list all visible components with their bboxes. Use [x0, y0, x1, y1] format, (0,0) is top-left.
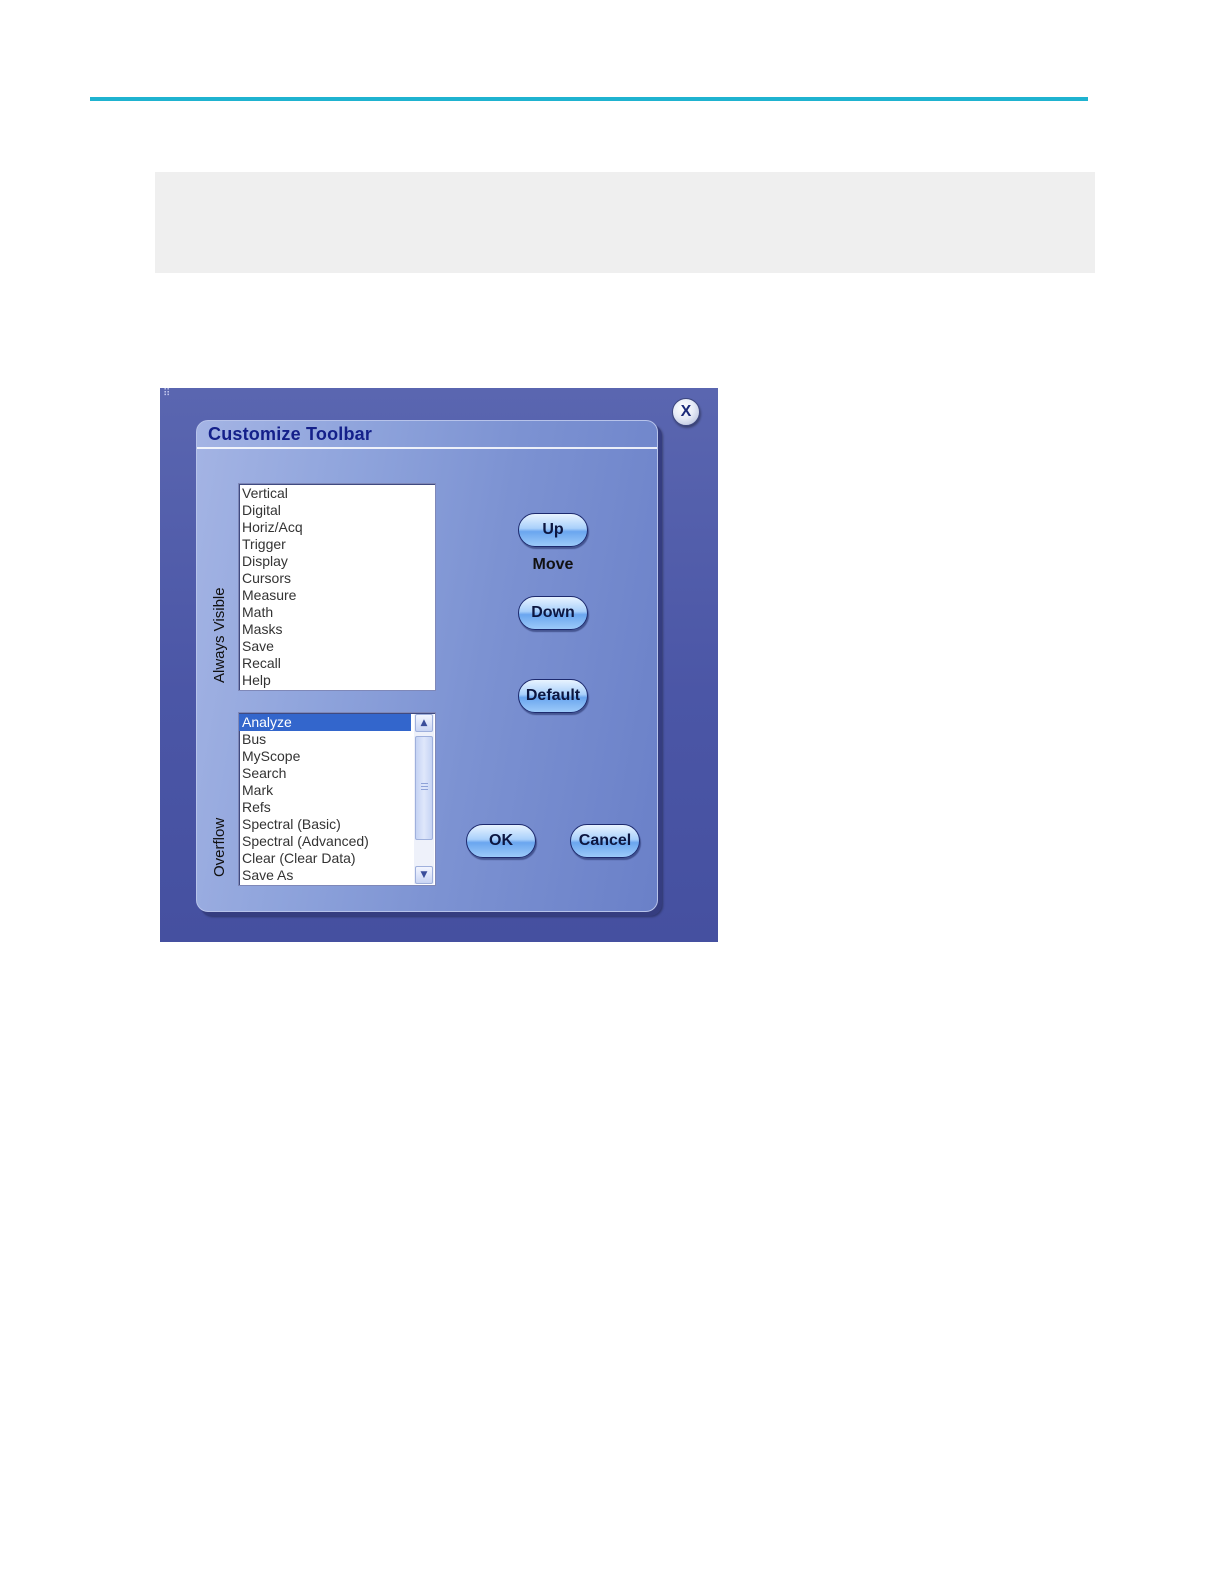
always-visible-list[interactable]: Vertical Digital Horiz/Acq Trigger Display Cu…: [238, 483, 436, 691]
list-item[interactable]: Display: [239, 553, 435, 570]
overflow-list[interactable]: Analyze Bus MyScope Search Mark Refs Spectral …: [238, 712, 436, 886]
list-item[interactable]: Mark: [239, 782, 411, 799]
list-item[interactable]: Help: [239, 672, 435, 689]
default-button[interactable]: Default: [518, 679, 588, 713]
list-item[interactable]: Digital: [239, 502, 435, 519]
list-item[interactable]: Recall: [239, 655, 435, 672]
scroll-thumb[interactable]: [415, 736, 433, 840]
title-divider: [197, 447, 657, 449]
list-item[interactable]: Trigger: [239, 536, 435, 553]
resize-grip-icon: ⠿: [163, 388, 171, 399]
scroll-up-arrow-icon[interactable]: ▲: [415, 714, 433, 732]
list-item[interactable]: Vertical: [239, 485, 435, 502]
list-item[interactable]: Horiz/Acq: [239, 519, 435, 536]
header-rule: [90, 97, 1088, 101]
move-up-button[interactable]: Up: [518, 513, 588, 547]
list-item[interactable]: Save As: [239, 867, 411, 884]
list-item[interactable]: Cursors: [239, 570, 435, 587]
cancel-button[interactable]: Cancel: [570, 824, 640, 858]
list-item[interactable]: Masks: [239, 621, 435, 638]
list-item[interactable]: MyScope: [239, 748, 411, 765]
list-item[interactable]: Spectral (Basic): [239, 816, 411, 833]
customize-toolbar-dialog: Customize Toolbar Always Visible Vertica…: [196, 420, 658, 912]
close-button[interactable]: X: [672, 398, 700, 426]
move-label: Move: [532, 556, 574, 573]
grip-icon: [421, 783, 428, 791]
scroll-down-arrow-icon[interactable]: ▼: [415, 866, 433, 884]
screenshot-window: ⠿ X Customize Toolbar Always Visible Ver…: [160, 388, 718, 942]
list-item[interactable]: Measure: [239, 587, 435, 604]
overflow-label: Overflow: [211, 817, 228, 877]
overflow-items: Analyze Bus MyScope Search Mark Refs Spectral …: [239, 713, 411, 884]
list-item[interactable]: Spectral (Advanced): [239, 833, 411, 850]
list-item[interactable]: Bus: [239, 731, 411, 748]
list-item[interactable]: Clear (Clear Data): [239, 850, 411, 867]
move-down-button[interactable]: Down: [518, 596, 588, 630]
dialog-title: Customize Toolbar: [208, 424, 373, 444]
list-item[interactable]: Math: [239, 604, 435, 621]
list-item[interactable]: Refs: [239, 799, 411, 816]
always-visible-label: Always Visible: [211, 587, 228, 683]
list-item[interactable]: Analyze: [239, 714, 411, 731]
note-box: [155, 172, 1095, 273]
ok-button[interactable]: OK: [466, 824, 536, 858]
list-item[interactable]: Save: [239, 638, 435, 655]
always-visible-items: Vertical Digital Horiz/Acq Trigger Display Cu…: [239, 484, 435, 689]
list-item[interactable]: Search: [239, 765, 411, 782]
overflow-scrollbar[interactable]: ▲ ▼: [414, 714, 434, 884]
